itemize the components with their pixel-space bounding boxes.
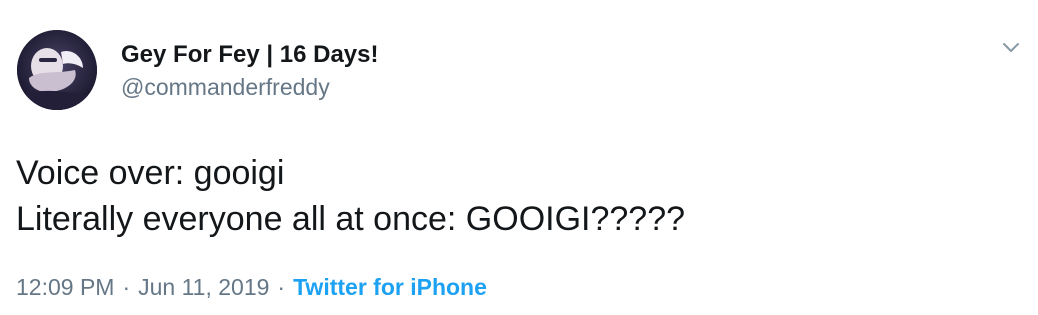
tweet-line: Voice over: gooigi bbox=[16, 154, 285, 192]
tweet-text: Voice over: gooigi Literally everyone al… bbox=[16, 150, 685, 242]
user-header: Gey For Fey | 16 Days! @commanderfreddy bbox=[121, 40, 379, 102]
tweet-time[interactable]: 12:09 PM bbox=[16, 274, 114, 300]
tweet-card: Gey For Fey | 16 Days! @commanderfreddy … bbox=[0, 0, 1038, 315]
tweet-metadata: 12:09 PM · Jun 11, 2019 · Twitter for iPhone bbox=[16, 272, 487, 302]
tweet-line: Literally everyone all at once: GOOIGI??… bbox=[16, 200, 686, 238]
tweet-source-link[interactable]: Twitter for iPhone bbox=[293, 274, 487, 300]
profile-avatar-icon[interactable] bbox=[17, 30, 97, 110]
chevron-down-icon[interactable] bbox=[1000, 40, 1022, 56]
meta-separator: · bbox=[277, 274, 286, 300]
user-handle[interactable]: @commanderfreddy bbox=[121, 72, 379, 102]
tweet-date[interactable]: Jun 11, 2019 bbox=[138, 274, 269, 300]
meta-separator: · bbox=[122, 274, 131, 300]
display-name[interactable]: Gey For Fey | 16 Days! bbox=[121, 40, 379, 70]
